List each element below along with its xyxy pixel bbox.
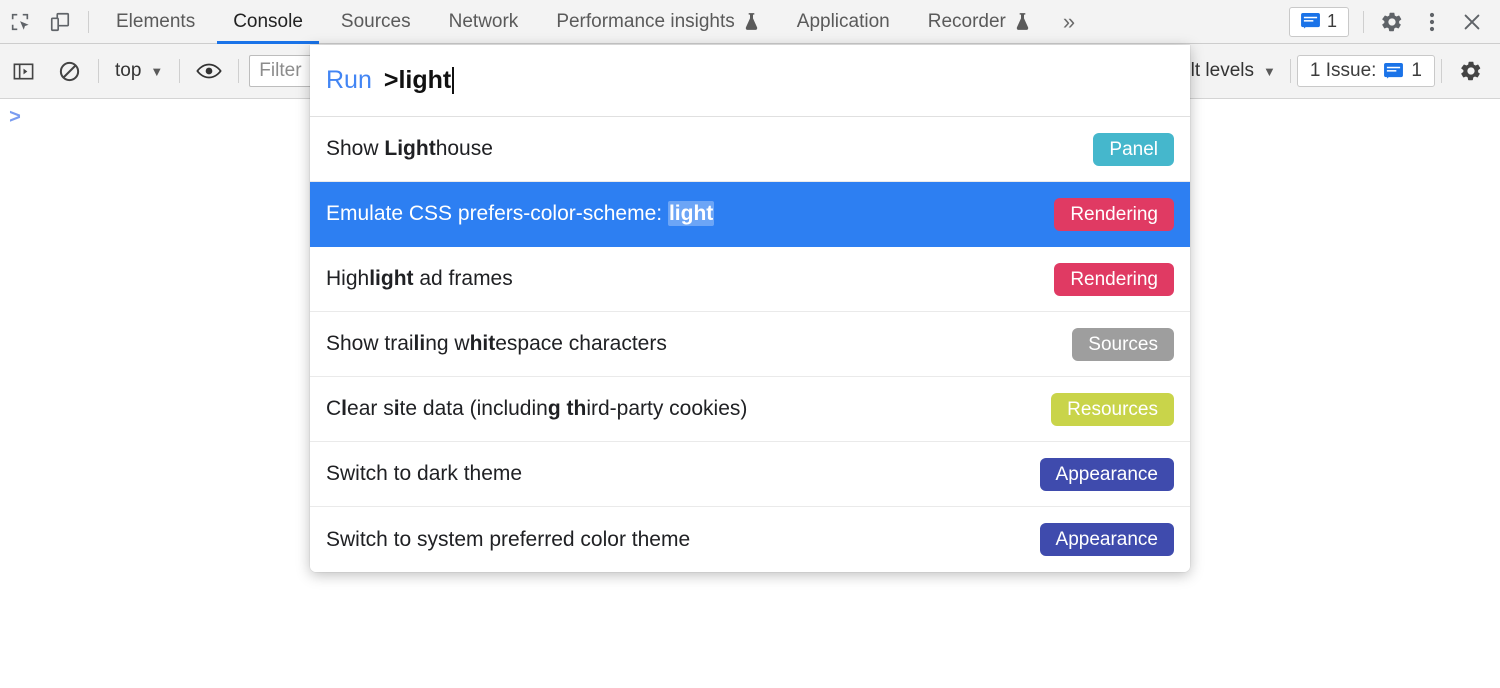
live-expression-eye-icon[interactable] — [186, 48, 232, 94]
tab-label: Performance insights — [556, 11, 734, 33]
toolbar-divider — [179, 59, 180, 83]
issue-message-icon — [1301, 13, 1320, 30]
devtools-window: Elements Console Sources Network Perform… — [0, 0, 1500, 688]
toolbar-divider — [1363, 11, 1364, 33]
gear-icon[interactable] — [1372, 2, 1412, 42]
chevron-down-icon: ▼ — [150, 65, 163, 78]
toolbar-divider — [98, 59, 99, 83]
command-menu-item-label: Show Lighthouse — [326, 137, 493, 161]
tab-label: Console — [233, 11, 303, 33]
command-menu-item-tag: Rendering — [1054, 198, 1174, 231]
device-toolbar-icon[interactable] — [40, 2, 80, 42]
command-menu-results: Show Lighthouse Panel Emulate CSS prefers-… — [310, 117, 1190, 572]
command-menu-item-label: Highlight ad frames — [326, 267, 513, 291]
toolbar-divider — [1290, 59, 1291, 83]
issues-badge-toolbar[interactable]: 1 — [1289, 7, 1349, 37]
tab-application[interactable]: Application — [778, 0, 909, 44]
command-menu-item[interactable]: Switch to dark theme Appearance — [310, 442, 1190, 507]
devtools-tabbar: Elements Console Sources Network Perform… — [0, 0, 1500, 44]
filter-placeholder: Filter — [259, 60, 301, 82]
inspect-element-icon[interactable] — [0, 2, 40, 42]
command-menu-item[interactable]: Clear site data (including third-party c… — [310, 377, 1190, 442]
toolbar-divider — [238, 59, 239, 83]
tab-label: Sources — [341, 11, 411, 33]
command-menu-item[interactable]: Switch to system preferred color theme Ap… — [310, 507, 1190, 572]
command-menu-item-tag: Appearance — [1040, 458, 1174, 491]
command-menu-item-tag: Resources — [1051, 393, 1174, 426]
command-menu-item[interactable]: Show trailing whitespace characters Sourc… — [310, 312, 1190, 377]
tab-label: Network — [449, 11, 519, 33]
command-menu-item[interactable]: Show Lighthouse Panel — [310, 117, 1190, 182]
tab-console[interactable]: Console — [214, 0, 322, 44]
tab-label: Elements — [116, 11, 195, 33]
command-menu-item-label: Show trailing whitespace characters — [326, 332, 667, 356]
command-menu-input[interactable]: >light — [384, 66, 454, 95]
console-sidebar-toggle-icon[interactable] — [0, 48, 46, 94]
tab-recorder[interactable]: Recorder — [909, 0, 1049, 44]
tab-label: Application — [797, 11, 890, 33]
toolbar-divider — [88, 11, 89, 33]
command-menu-item-label: Switch to system preferred color theme — [326, 528, 690, 552]
command-menu-item-label: Switch to dark theme — [326, 462, 522, 486]
tab-label: Recorder — [928, 11, 1006, 33]
execution-context-label: top — [115, 60, 141, 82]
text-cursor — [452, 67, 454, 94]
tab-elements[interactable]: Elements — [97, 0, 214, 44]
command-menu-item-tag: Sources — [1072, 328, 1174, 361]
more-tabs-icon[interactable]: » — [1049, 0, 1089, 44]
command-menu-item-label: Emulate CSS prefers-color-scheme: light — [326, 202, 714, 226]
command-menu-item-tag: Rendering — [1054, 263, 1174, 296]
command-menu-item[interactable]: Emulate CSS prefers-color-scheme: light R… — [310, 182, 1190, 247]
close-icon[interactable] — [1452, 2, 1492, 42]
command-menu-item-tag: Panel — [1093, 133, 1174, 166]
issue-message-icon — [1384, 63, 1403, 80]
tab-network[interactable]: Network — [430, 0, 538, 44]
issues-count: 1 — [1327, 11, 1337, 32]
experiment-flask-icon — [1015, 12, 1030, 31]
command-menu-dialog: Run >light Show Lighthouse Panel Emulate C… — [310, 45, 1190, 572]
issues-count: 1 — [1411, 60, 1422, 82]
issues-label: 1 Issue: — [1310, 60, 1377, 82]
clear-console-icon[interactable] — [46, 48, 92, 94]
tab-performance-insights[interactable]: Performance insights — [537, 0, 777, 44]
toolbar-divider — [1441, 59, 1442, 83]
chevron-down-icon: ▼ — [1263, 65, 1276, 78]
command-menu-header: Run >light — [310, 45, 1190, 117]
execution-context-selector[interactable]: top ▼ — [105, 54, 173, 88]
more-options-icon[interactable] — [1412, 2, 1452, 42]
command-menu-item-label: Clear site data (including third-party c… — [326, 397, 747, 421]
console-prompt-icon: > — [9, 107, 21, 130]
issues-counter[interactable]: 1 Issue: 1 — [1297, 55, 1435, 87]
command-menu-item-tag: Appearance — [1040, 523, 1174, 556]
experiment-flask-icon — [744, 12, 759, 31]
command-menu-query-text: >light — [384, 66, 451, 95]
command-menu-item[interactable]: Highlight ad frames Rendering — [310, 247, 1190, 312]
console-settings-gear-icon[interactable] — [1448, 48, 1494, 94]
run-prefix-label: Run — [326, 66, 372, 95]
tab-sources[interactable]: Sources — [322, 0, 430, 44]
